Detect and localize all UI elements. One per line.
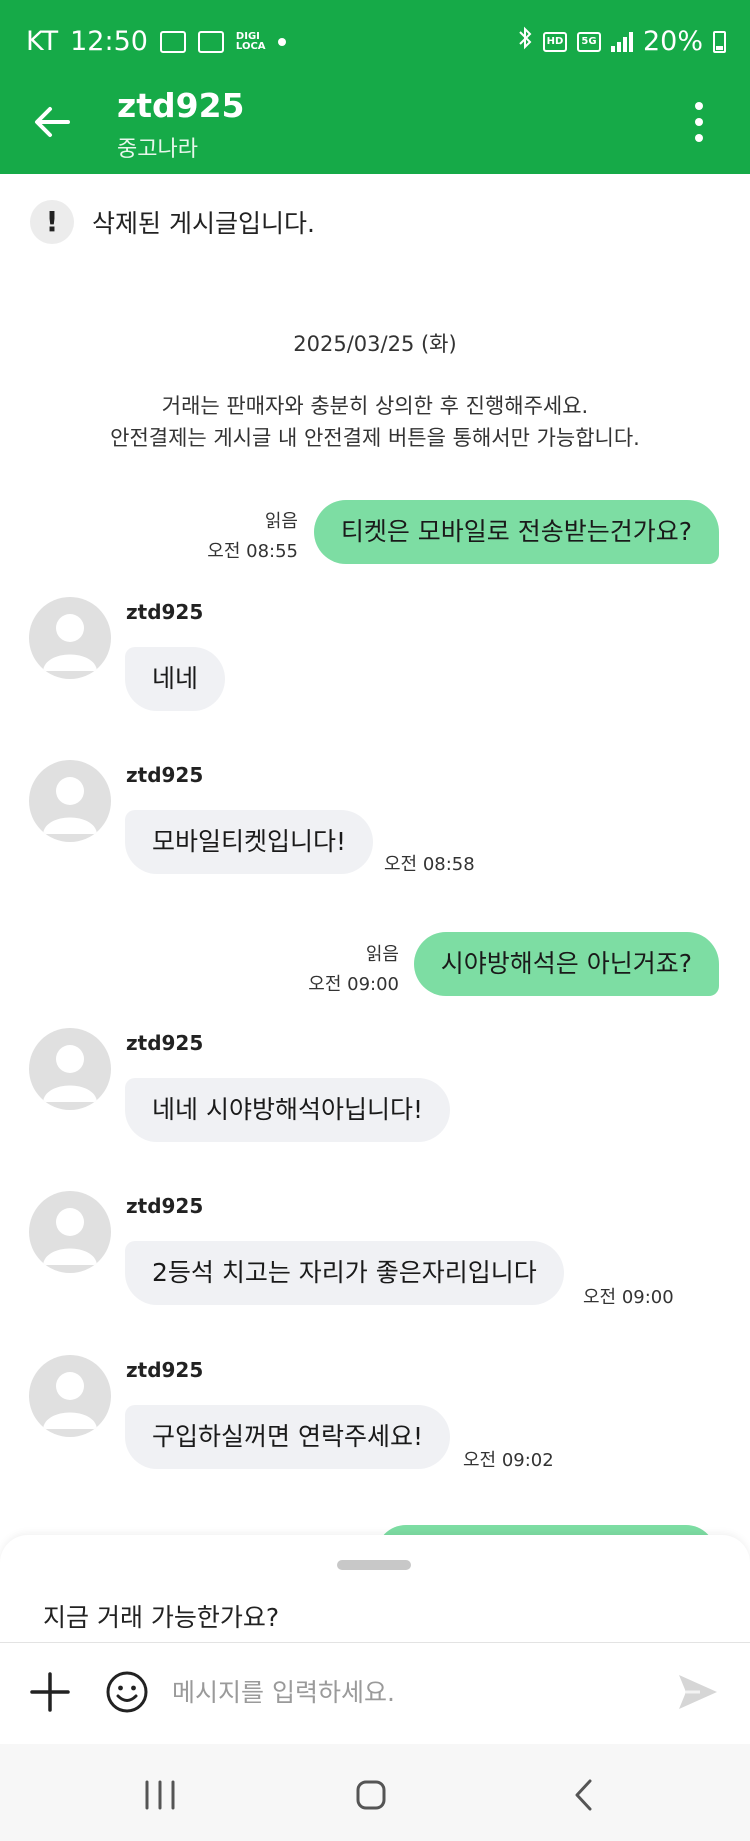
read-receipt: 읽음: [365, 944, 399, 965]
message-time: 오전 08:55: [207, 541, 298, 562]
signal-icon: [610, 31, 633, 52]
outgoing-message[interactable]: 시야방해석은 아닌거죠?: [413, 932, 719, 996]
status-bar: KT 12:50 DIGI LOCA HD 5G 20%: [0, 0, 750, 82]
message-time: 오전 09:00: [308, 974, 399, 995]
sender-name: ztd925: [126, 1358, 204, 1382]
alert-icon: !: [30, 200, 74, 244]
sender-name: ztd925: [126, 1031, 204, 1055]
read-receipt: 읽음: [264, 511, 298, 532]
send-icon[interactable]: [676, 1672, 720, 1712]
bluetooth-icon: [517, 26, 533, 57]
sender-name: ztd925: [126, 1194, 204, 1218]
back-arrow-icon[interactable]: [30, 100, 74, 144]
avatar[interactable]: [29, 1191, 111, 1273]
home-icon[interactable]: [355, 1779, 387, 1811]
battery-level: 20%: [642, 26, 703, 57]
clock: 12:50: [70, 26, 148, 57]
avatar[interactable]: [29, 1028, 111, 1110]
incoming-message[interactable]: 모바일티켓입니다!: [125, 810, 374, 874]
plus-icon[interactable]: [28, 1670, 72, 1714]
emoji-icon[interactable]: [105, 1670, 149, 1714]
divider: [0, 1642, 750, 1643]
message-time: 오전 09:00: [583, 1287, 674, 1308]
incoming-message[interactable]: 네네 시야방해석아닙니다!: [125, 1078, 450, 1142]
suggested-message[interactable]: 지금 거래 가능한가요?: [43, 1598, 279, 1634]
notice-text: 삭제된 게시글입니다.: [92, 209, 315, 238]
gallery-notification-icon: [197, 30, 224, 53]
trade-guide: 거래는 판매자와 충분히 상의한 후 진행해주세요. 안전결제는 게시글 내 안…: [110, 394, 640, 450]
chat-partner-name: ztd925: [117, 86, 245, 125]
sender-name: ztd925: [126, 763, 204, 787]
notification-dot-icon: [277, 37, 286, 46]
incoming-message[interactable]: 네네: [125, 647, 226, 711]
message-input[interactable]: [172, 1670, 652, 1714]
incoming-message[interactable]: 2등석 치고는 자리가 좋은자리입니다: [125, 1241, 564, 1305]
app-name: 중고나라: [117, 137, 198, 162]
nav-back-icon[interactable]: [572, 1778, 594, 1812]
deleted-post-notice[interactable]: ! 삭제된 게시글입니다.: [30, 200, 315, 244]
avatar[interactable]: [29, 760, 111, 842]
outgoing-message[interactable]: 티켓은 모바일로 전송받는건가요?: [313, 500, 719, 564]
message-time: 오전 09:02: [463, 1450, 554, 1471]
message-meta: 읽음 오전 08:55: [207, 507, 298, 567]
avatar[interactable]: [29, 1355, 111, 1437]
message-time: 오전 08:58: [384, 854, 475, 875]
hd-voice-icon: HD: [542, 31, 567, 52]
date-divider: 2025/03/25 (화): [293, 332, 457, 356]
sender-name: ztd925: [126, 600, 204, 624]
digi-loca-icon: DIGI LOCA: [235, 30, 266, 52]
incoming-message[interactable]: 구입하실꺼면 연락주세요!: [125, 1405, 450, 1469]
more-vertical-icon[interactable]: [694, 102, 704, 142]
recent-apps-icon[interactable]: [143, 1780, 177, 1810]
app-header: KT 12:50 DIGI LOCA HD 5G 20% ztd925 중고나라: [0, 0, 750, 174]
carrier-label: KT: [26, 26, 59, 57]
message-meta: 읽음 오전 09:00: [308, 940, 399, 1000]
calendar-notification-icon: [159, 30, 186, 53]
sheet-drag-handle[interactable]: [337, 1560, 411, 1570]
battery-icon: [713, 30, 726, 53]
avatar[interactable]: [29, 597, 111, 679]
network-5g-icon: 5G: [576, 31, 601, 52]
